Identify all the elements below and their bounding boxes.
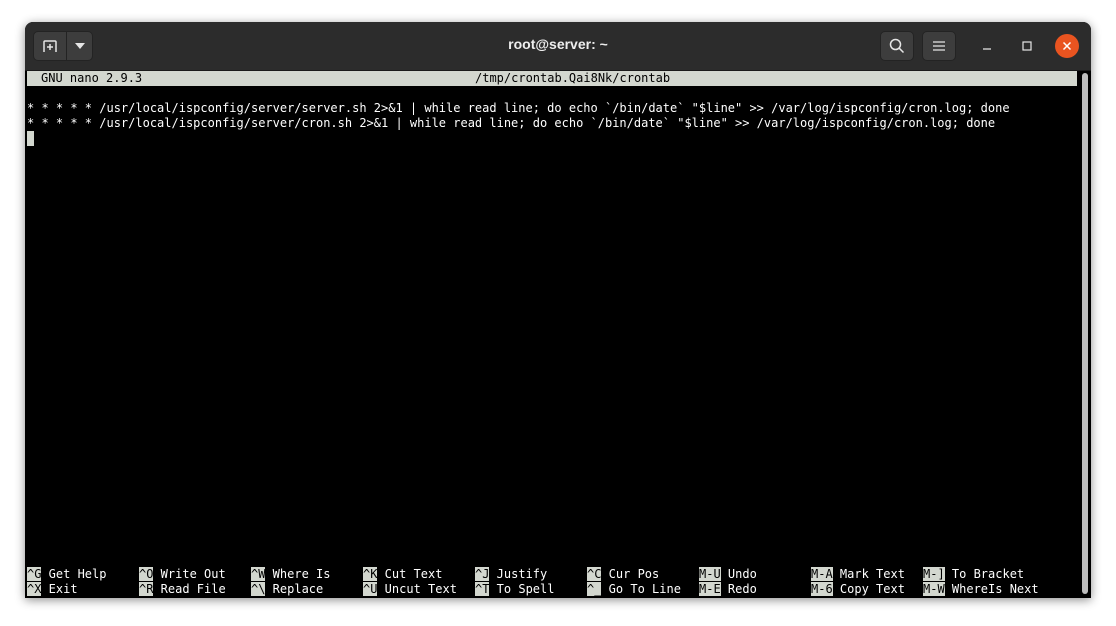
scrollbar-thumb[interactable] (1082, 73, 1088, 594)
shortcut-go-to-line[interactable]: ^_ Go To Line (587, 582, 681, 597)
shortcut-cur-pos[interactable]: ^C Cur Pos (587, 567, 659, 582)
nano-filename: /tmp/crontab.Qai8Nk/crontab (475, 71, 671, 85)
shortcut-copy-text[interactable]: M-6 Copy Text (811, 582, 905, 597)
maximize-icon (1022, 41, 1032, 51)
window-title: root@server: ~ (508, 36, 608, 52)
shortcut-exit[interactable]: ^X Exit (27, 582, 78, 597)
minimize-button[interactable] (975, 34, 999, 58)
shortcut-uncut-text[interactable]: ^U Uncut Text (363, 582, 457, 597)
close-icon (1062, 41, 1072, 51)
shortcut-justify[interactable]: ^J Justify (475, 567, 547, 582)
nano-title-bar: GNU nano 2.9.3 /tmp/crontab.Qai8Nk/cront… (27, 71, 1077, 86)
search-button[interactable] (880, 31, 914, 61)
new-tab-icon (43, 40, 57, 52)
nano-version: GNU nano 2.9.3 (41, 71, 143, 85)
search-icon (889, 38, 905, 54)
shortcut-get-help[interactable]: ^G Get Help (27, 567, 106, 582)
menu-button[interactable] (922, 31, 956, 61)
minimize-icon (983, 48, 991, 50)
shortcut-where-is[interactable]: ^W Where Is (251, 567, 330, 582)
shortcut-cut-text[interactable]: ^K Cut Text (363, 567, 442, 582)
shortcut-to-bracket[interactable]: M-] To Bracket (923, 567, 1024, 582)
shortcut-to-spell[interactable]: ^T To Spell (475, 582, 554, 597)
editor-line[interactable]: * * * * * /usr/local/ispconfig/server/se… (27, 101, 1010, 116)
editor-line[interactable]: * * * * * /usr/local/ispconfig/server/cr… (27, 116, 995, 131)
text-cursor (27, 131, 34, 146)
title-bar: root@server: ~ (25, 22, 1091, 71)
chevron-down-icon (74, 43, 85, 49)
terminal-area[interactable]: GNU nano 2.9.3 /tmp/crontab.Qai8Nk/cront… (25, 71, 1077, 598)
new-tab-button[interactable] (33, 31, 67, 61)
shortcut-write-out[interactable]: ^O Write Out (139, 567, 226, 582)
shortcut-redo[interactable]: M-E Redo (699, 582, 757, 597)
shortcut-whereis-next[interactable]: M-W WhereIs Next (923, 582, 1039, 597)
shortcut-undo[interactable]: M-U Undo (699, 567, 757, 582)
shortcut-replace[interactable]: ^\ Replace (251, 582, 323, 597)
close-button[interactable] (1055, 34, 1079, 58)
tab-dropdown-button[interactable] (66, 31, 93, 61)
hamburger-menu-icon (933, 41, 945, 51)
terminal-window: root@server: ~ GNU nano 2.9.3 /tmp/cront… (25, 22, 1091, 598)
scrollbar[interactable] (1078, 71, 1091, 598)
maximize-button[interactable] (1015, 34, 1039, 58)
shortcut-mark-text[interactable]: M-A Mark Text (811, 567, 905, 582)
shortcut-read-file[interactable]: ^R Read File (139, 582, 226, 597)
